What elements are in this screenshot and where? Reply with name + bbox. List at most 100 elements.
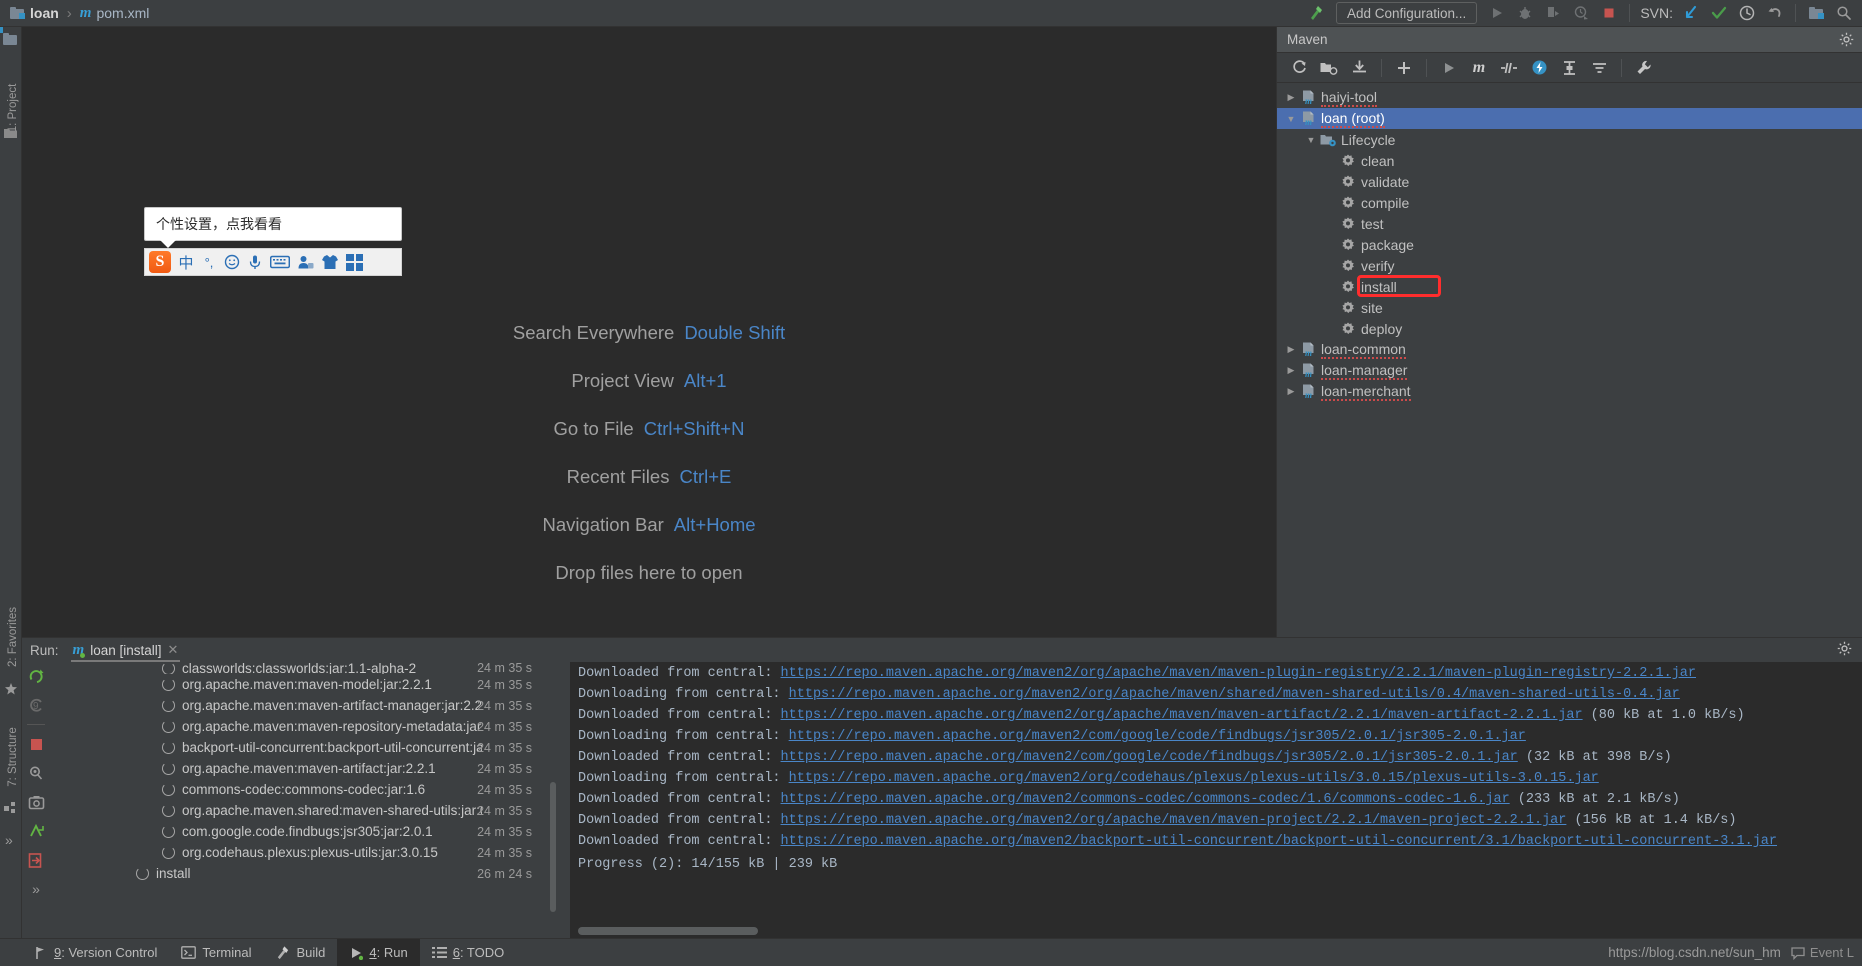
sidebar-item-structure[interactable]: 7: Structure (2, 722, 24, 792)
breadcrumb-file[interactable]: m pom.xml (80, 5, 150, 22)
search-icon[interactable] (1830, 1, 1858, 25)
chevron-down-icon[interactable]: ▼ (1303, 135, 1319, 145)
collapse-all-icon[interactable] (1585, 56, 1613, 80)
event-log-button[interactable]: Event L (1791, 945, 1862, 960)
history-clock-icon[interactable] (1733, 1, 1761, 25)
run-console-output[interactable]: Downloaded from central: https://repo.ma… (570, 662, 1862, 939)
punctuation-icon[interactable]: °, (201, 255, 217, 270)
emoji-icon[interactable] (224, 254, 240, 270)
run-tree-row[interactable]: org.codehaus.plexus:plexus-utils:jar:3.0… (50, 842, 570, 863)
toggle-skip-tests-icon[interactable] (1495, 56, 1523, 80)
status-bar-item-build[interactable]: Build (263, 939, 337, 966)
console-line-url[interactable]: https://repo.maven.apache.org/maven2/com… (781, 750, 1518, 765)
toggle-tasks-icon[interactable] (26, 763, 46, 783)
toggle-offline-icon[interactable] (1525, 56, 1553, 80)
commit-check-icon[interactable] (1705, 1, 1733, 25)
run-icon[interactable] (1483, 1, 1511, 25)
rerun-icon[interactable] (26, 666, 46, 686)
chevron-right-icon[interactable]: ▶ (1283, 344, 1299, 355)
run-tree-row[interactable]: classworlds:classworlds:jar:1.1-alpha-2 2… (50, 662, 570, 674)
chevron-right-icon[interactable]: ▶ (1283, 386, 1299, 397)
maven-tree-item-site[interactable]: site (1277, 297, 1862, 318)
maven-tree-item-validate[interactable]: validate (1277, 171, 1862, 192)
maven-tree-item-loan-common[interactable]: ▶ m loan-common (1277, 339, 1862, 360)
chinese-mode-icon[interactable]: 中 (178, 252, 194, 273)
maven-tree-item-lifecycle[interactable]: ▼ Lifecycle (1277, 129, 1862, 150)
export-icon[interactable] (26, 792, 46, 812)
show-dependencies-icon[interactable] (1555, 56, 1583, 80)
run-with-coverage-icon[interactable] (1539, 1, 1567, 25)
add-configuration-button[interactable]: Add Configuration... (1335, 2, 1478, 24)
soft-keyboard-icon[interactable] (270, 255, 290, 269)
stop-icon[interactable] (1595, 1, 1623, 25)
maven-tree-item-verify[interactable]: verify (1277, 255, 1862, 276)
voice-input-icon[interactable] (247, 254, 263, 270)
chevron-right-icon[interactable]: ▶ (1283, 92, 1299, 103)
breadcrumb-project[interactable]: loan (10, 5, 59, 21)
run-anything-icon[interactable] (26, 821, 46, 841)
status-bar-item-6-todo[interactable]: 6: TODO (420, 939, 517, 966)
rollback-icon[interactable] (1761, 1, 1789, 25)
console-line-url[interactable]: https://repo.maven.apache.org/maven2/org… (781, 813, 1567, 828)
status-bar-item-terminal[interactable]: Terminal (169, 939, 263, 966)
stop-icon[interactable] (26, 734, 46, 754)
maven-tree-item-loan-root-[interactable]: ▼ m loan (root) (1277, 108, 1862, 129)
run-goal-icon[interactable] (1435, 56, 1463, 80)
run-tree-row[interactable]: org.apache.maven:maven-model:jar:2.2.1 24… (50, 674, 570, 695)
more-tools-icon[interactable]: » (5, 832, 13, 848)
chevron-right-icon[interactable]: ▶ (1283, 365, 1299, 376)
sidebar-item-favorites[interactable]: 2: Favorites (2, 602, 24, 672)
console-horizontal-scrollbar[interactable] (578, 927, 758, 935)
run-settings-gear-icon[interactable] (1837, 641, 1852, 659)
execute-maven-goal-icon[interactable]: m (1465, 56, 1493, 80)
maven-tree-item-compile[interactable]: compile (1277, 192, 1862, 213)
chevron-down-icon[interactable]: ▼ (1283, 114, 1299, 124)
status-bar-item-4-run[interactable]: 4: Run (337, 938, 420, 966)
maven-tree-item-test[interactable]: test (1277, 213, 1862, 234)
maven-tree-item-haiyi-tool[interactable]: ▶ m haiyi-tool (1277, 87, 1862, 108)
maven-tree-item-loan-manager[interactable]: ▶ m loan-manager (1277, 360, 1862, 381)
run-tree-row[interactable]: backport-util-concurrent:backport-util-c… (50, 737, 570, 758)
run-tree-row[interactable]: com.google.code.findbugs:jsr305:jar:2.0.… (50, 821, 570, 842)
run-tree-row[interactable]: org.apache.maven:maven-artifact-manager:… (50, 695, 570, 716)
console-line-url[interactable]: https://repo.maven.apache.org/maven2/org… (789, 687, 1680, 702)
status-bar-item-9-version-control[interactable]: 9: Version Control (22, 939, 169, 966)
maven-tree-item-loan-merchant[interactable]: ▶ m loan-merchant (1277, 381, 1862, 402)
rerun-failed-icon[interactable]: 9 (26, 695, 46, 715)
add-maven-project-icon[interactable] (1390, 56, 1418, 80)
console-line-url[interactable]: https://repo.maven.apache.org/maven2/org… (781, 708, 1583, 723)
console-line-url[interactable]: https://repo.maven.apache.org/maven2/com… (789, 729, 1526, 744)
maven-tree-item-deploy[interactable]: deploy (1277, 318, 1862, 339)
run-tree-row[interactable]: org.apache.maven:maven-repository-metada… (50, 716, 570, 737)
console-line-url[interactable]: https://repo.maven.apache.org/maven2/org… (781, 666, 1696, 681)
console-line-url[interactable]: https://repo.maven.apache.org/maven2/org… (789, 771, 1599, 786)
run-tree-row[interactable]: org.apache.maven:maven-artifact:jar:2.2.… (50, 758, 570, 779)
close-icon[interactable]: ✕ (168, 642, 179, 658)
run-tree-root-row[interactable]: install 26 m 24 s (50, 863, 570, 884)
profiler-icon[interactable] (1567, 1, 1595, 25)
download-sources-icon[interactable] (1345, 56, 1373, 80)
debug-icon[interactable] (1511, 1, 1539, 25)
user-account-icon[interactable] (297, 255, 314, 270)
console-line-url[interactable]: https://repo.maven.apache.org/maven2/com… (781, 792, 1510, 807)
project-structure-icon[interactable] (1802, 1, 1830, 25)
run-tree-row[interactable]: org.apache.maven.shared:maven-shared-uti… (50, 800, 570, 821)
skin-icon[interactable] (321, 254, 339, 270)
maven-tree-item-install[interactable]: install (1277, 275, 1862, 297)
run-tab-loan-install[interactable]: m loan [install] ✕ (67, 638, 185, 662)
run-tree-row[interactable]: commons-codec:commons-codec:jar:1.6 24 m … (50, 779, 570, 800)
gear-icon[interactable] (1839, 32, 1854, 50)
sogou-logo-icon[interactable]: S (149, 251, 171, 273)
maven-settings-icon[interactable] (1630, 56, 1658, 80)
console-line-url[interactable]: https://repo.maven.apache.org/maven2/bac… (781, 834, 1777, 849)
more-icon[interactable]: » (26, 879, 46, 899)
maven-tree-item-package[interactable]: package (1277, 234, 1862, 255)
generate-sources-icon[interactable] (1315, 56, 1343, 80)
toolbox-icon[interactable] (346, 253, 363, 271)
scroll-to-end-icon[interactable] (26, 850, 46, 870)
update-arrow-icon[interactable] (1677, 1, 1705, 25)
maven-tree-item-clean[interactable]: clean (1277, 150, 1862, 171)
hammer-icon[interactable] (1302, 1, 1330, 25)
run-tree-scrollbar[interactable] (550, 782, 556, 912)
ime-tooltip[interactable]: 个性设置，点我看看 (144, 207, 402, 248)
